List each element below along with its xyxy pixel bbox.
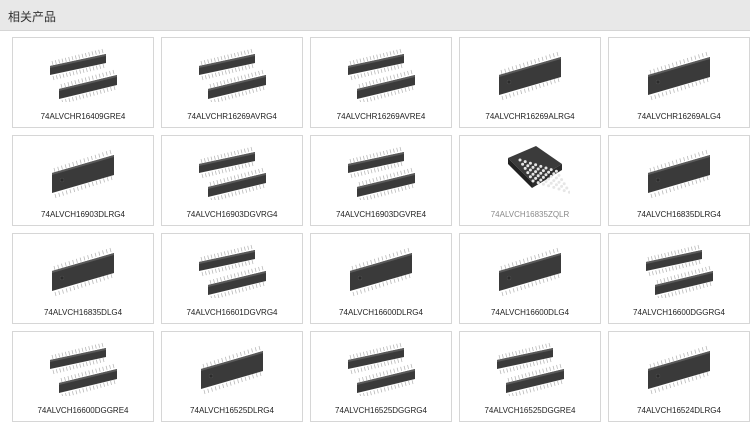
- product-name-link[interactable]: 74ALVCHR16269AVRG4: [162, 112, 302, 121]
- product-card[interactable]: 74ALVCH16601DGVRG4: [161, 233, 303, 324]
- product-name-link[interactable]: 74ALVCH16835DLRG4: [609, 210, 749, 219]
- ssop-icon[interactable]: [13, 238, 153, 300]
- product-name-link[interactable]: 74ALVCH16601DGVRG4: [162, 308, 302, 317]
- product-card[interactable]: 74ALVCH16525DGGRG4: [310, 331, 452, 422]
- tssop-pair-icon[interactable]: [311, 336, 451, 398]
- tssop-pair-icon[interactable]: [162, 238, 302, 300]
- product-name-link[interactable]: 74ALVCH16835DLG4: [13, 308, 153, 317]
- product-name-link[interactable]: 74ALVCH16903DGVRG4: [162, 210, 302, 219]
- product-card[interactable]: 74ALVCH16600DLG4: [459, 233, 601, 324]
- product-name-link[interactable]: 74ALVCH16600DGGRE4: [13, 406, 153, 415]
- product-card[interactable]: 74ALVCH16903DLRG4: [12, 135, 154, 226]
- product-name-link[interactable]: 74ALVCH16835ZQLR: [460, 210, 600, 219]
- tssop-pair-icon[interactable]: [311, 140, 451, 202]
- ssop-icon[interactable]: [460, 42, 600, 104]
- product-name-link[interactable]: 74ALVCH16903DGVRE4: [311, 210, 451, 219]
- product-card[interactable]: 74ALVCH16903DGVRG4: [161, 135, 303, 226]
- product-card[interactable]: 74ALVCHR16409GRE4: [12, 37, 154, 128]
- product-card[interactable]: 74ALVCH16524DLRG4: [608, 331, 750, 422]
- product-card[interactable]: 74ALVCHR16269ALRG4: [459, 37, 601, 128]
- tssop-pair-icon[interactable]: [13, 42, 153, 104]
- section-header: 相关产品: [0, 0, 750, 31]
- product-card[interactable]: 74ALVCH16903DGVRE4: [310, 135, 452, 226]
- product-name-link[interactable]: 74ALVCHR16269AVRE4: [311, 112, 451, 121]
- product-card[interactable]: 74ALVCH16835DLRG4: [608, 135, 750, 226]
- tssop-pair-icon[interactable]: [13, 336, 153, 398]
- bga-icon[interactable]: [460, 140, 600, 202]
- ssop-icon[interactable]: [162, 336, 302, 398]
- product-card[interactable]: 74ALVCHR16269AVRG4: [161, 37, 303, 128]
- tssop-pair-icon[interactable]: [609, 238, 749, 300]
- product-name-link[interactable]: 74ALVCH16525DGGRE4: [460, 406, 600, 415]
- product-card[interactable]: 74ALVCHR16269AVRE4: [310, 37, 452, 128]
- ssop-icon[interactable]: [609, 336, 749, 398]
- ssop-icon[interactable]: [609, 42, 749, 104]
- tssop-pair-icon[interactable]: [460, 336, 600, 398]
- product-name-link[interactable]: 74ALVCH16525DLRG4: [162, 406, 302, 415]
- tssop-pair-icon[interactable]: [311, 42, 451, 104]
- section-title: 相关产品: [8, 10, 57, 24]
- ssop-icon[interactable]: [311, 238, 451, 300]
- product-name-link[interactable]: 74ALVCHR16269ALG4: [609, 112, 749, 121]
- product-name-link[interactable]: 74ALVCH16600DLG4: [460, 308, 600, 317]
- product-card[interactable]: 74ALVCH16835DLG4: [12, 233, 154, 324]
- product-name-link[interactable]: 74ALVCH16903DLRG4: [13, 210, 153, 219]
- tssop-pair-icon[interactable]: [162, 140, 302, 202]
- product-name-link[interactable]: 74ALVCH16524DLRG4: [609, 406, 749, 415]
- product-name-link[interactable]: 74ALVCH16600DLRG4: [311, 308, 451, 317]
- product-name-link[interactable]: 74ALVCHR16269ALRG4: [460, 112, 600, 121]
- product-name-link[interactable]: 74ALVCHR16409GRE4: [13, 112, 153, 121]
- product-card[interactable]: 74ALVCH16600DGGRE4: [12, 331, 154, 422]
- product-card[interactable]: 74ALVCHR16269ALG4: [608, 37, 750, 128]
- product-card[interactable]: 74ALVCH16525DGGRE4: [459, 331, 601, 422]
- tssop-pair-icon[interactable]: [162, 42, 302, 104]
- related-products-grid: 74ALVCHR16409GRE4 74ALVCHR16269AVRG4 74A…: [12, 37, 750, 422]
- ssop-icon[interactable]: [609, 140, 749, 202]
- product-card[interactable]: 74ALVCH16600DGGRG4: [608, 233, 750, 324]
- product-card[interactable]: 74ALVCH16835ZQLR: [459, 135, 601, 226]
- product-name-link[interactable]: 74ALVCH16525DGGRG4: [311, 406, 451, 415]
- product-card[interactable]: 74ALVCH16600DLRG4: [310, 233, 452, 324]
- ssop-icon[interactable]: [13, 140, 153, 202]
- product-name-link[interactable]: 74ALVCH16600DGGRG4: [609, 308, 749, 317]
- product-card[interactable]: 74ALVCH16525DLRG4: [161, 331, 303, 422]
- ssop-icon[interactable]: [460, 238, 600, 300]
